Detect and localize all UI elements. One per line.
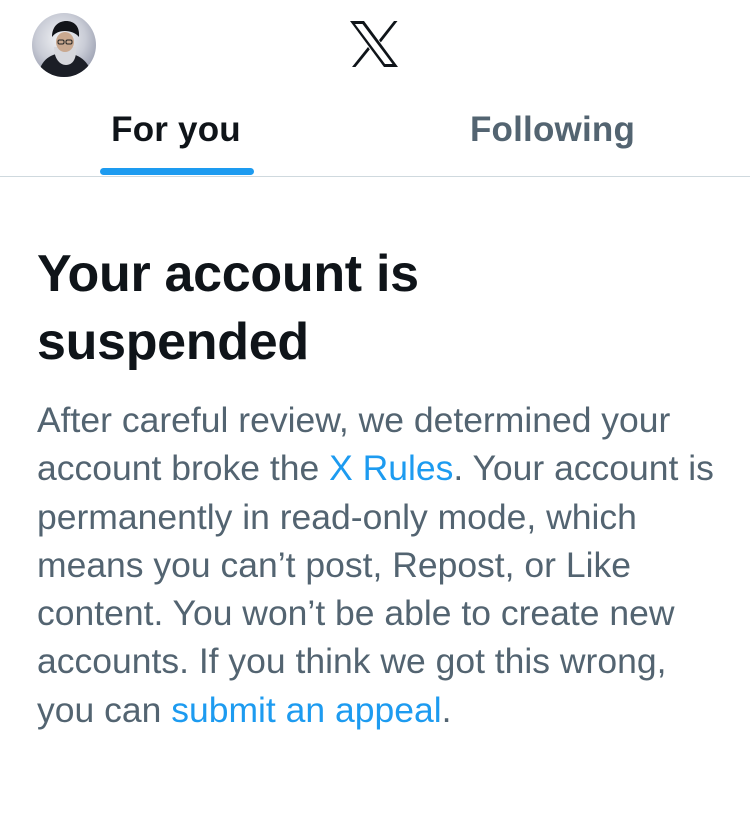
x-rules-link[interactable]: X Rules: [329, 448, 453, 488]
notice-body-text-2: . Your account is permanently in read-on…: [37, 448, 714, 730]
tab-for-you-label: For you: [111, 110, 241, 149]
timeline-tabs: For you Following: [0, 92, 750, 177]
tab-following-label: Following: [469, 110, 636, 149]
notice-body: After careful review, we determined your…: [37, 396, 717, 734]
notice-body-text-3: .: [441, 689, 452, 730]
notice-title: Your account is suspended: [37, 240, 717, 376]
top-bar: [0, 0, 750, 92]
selected-tab-indicator: [100, 168, 254, 175]
tab-for-you[interactable]: For you: [0, 92, 375, 176]
user-avatar[interactable]: [32, 13, 96, 77]
suspension-notice: Your account is suspended After careful …: [37, 240, 717, 734]
submit-appeal-link[interactable]: submit an appeal: [171, 690, 441, 730]
notice-title-line-2: suspended: [37, 313, 309, 371]
x-logo-icon: [348, 20, 400, 68]
tab-following[interactable]: Following: [375, 92, 750, 176]
notice-title-line-1: Your account is: [37, 245, 419, 303]
